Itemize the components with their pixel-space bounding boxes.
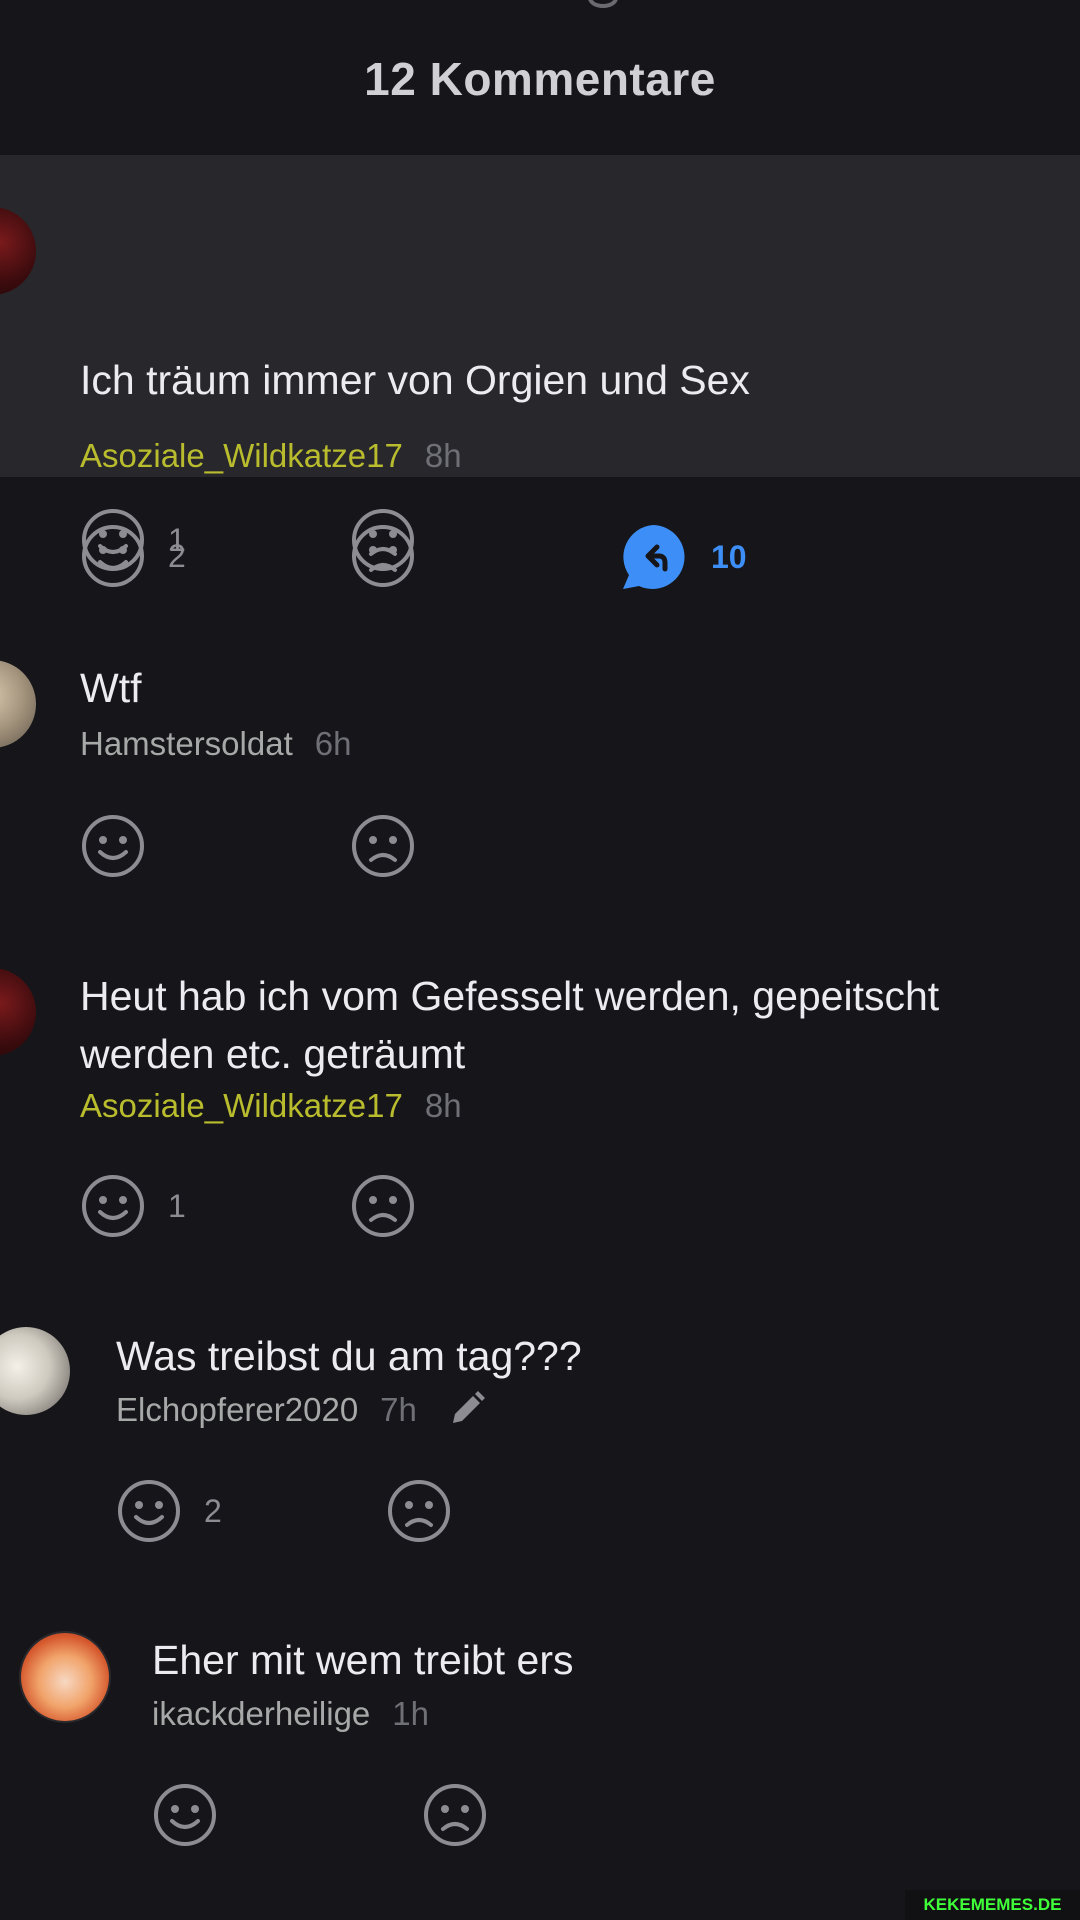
- smile-icon: [118, 1480, 180, 1542]
- like-button[interactable]: [80, 813, 146, 879]
- comment-meta: Asoziale_Wildkatze17 8h: [80, 1086, 462, 1126]
- dislike-button[interactable]: [350, 813, 416, 879]
- comment-meta: Asoziale_Wildkatze17 8h: [80, 436, 462, 476]
- comment-item[interactable]: Eher mit wem treibt ers ikackderheilige 1…: [0, 1615, 1080, 1915]
- comment-item[interactable]: Was treibst du am tag??? Elchopferer2020…: [0, 1310, 1080, 1610]
- comment-meta: ikackderheilige 1h: [152, 1694, 429, 1734]
- comment-item[interactable]: Heut hab ich vom Gefesselt werden, gepei…: [0, 950, 1080, 1250]
- reactions-bar: 1: [80, 1173, 780, 1243]
- smile-icon: [82, 1175, 144, 1237]
- like-button[interactable]: 1: [80, 1173, 186, 1239]
- reactions-bar: [80, 813, 780, 883]
- comment-text-line: werden etc. geträumt: [80, 1031, 466, 1077]
- timestamp: 7h: [380, 1391, 417, 1428]
- smile-icon: [82, 509, 144, 571]
- frown-icon: [424, 1784, 486, 1846]
- frown-icon: [352, 1175, 414, 1237]
- comments-count-title: 12 Kommentare: [364, 53, 716, 105]
- dislike-button[interactable]: [350, 507, 416, 573]
- comment-text: Eher mit wem treibt ers: [152, 1637, 574, 1683]
- avatar[interactable]: [0, 968, 36, 1056]
- reactions-bar: [152, 1782, 852, 1852]
- author-name[interactable]: Asoziale_Wildkatze17: [80, 1087, 403, 1124]
- like-count: 2: [204, 1492, 222, 1529]
- watermark: KEKEMEMES.DE: [905, 1890, 1080, 1920]
- comments-header: 12 Kommentare: [0, 0, 1080, 155]
- timestamp: 1h: [392, 1695, 430, 1732]
- avatar[interactable]: [0, 1327, 70, 1415]
- smile-icon: [82, 815, 144, 877]
- author-name[interactable]: ikackderheilige: [152, 1695, 370, 1732]
- comment-text: Heut hab ich vom Gefesselt werden, gepei…: [80, 967, 939, 1083]
- like-button[interactable]: [152, 1782, 218, 1848]
- dislike-button[interactable]: [386, 1478, 452, 1544]
- reactions-bar: 1: [80, 507, 780, 577]
- drag-handle-icon[interactable]: [588, 0, 618, 8]
- like-count: 1: [168, 521, 186, 558]
- edited-pencil-icon: [453, 1391, 486, 1424]
- author-name[interactable]: Elchopferer2020: [116, 1391, 358, 1428]
- frown-icon: [388, 1480, 450, 1542]
- timestamp: 8h: [424, 1087, 462, 1124]
- comment-item[interactable]: Wtf Hamstersoldat 6h: [0, 640, 1080, 940]
- dislike-button[interactable]: [422, 1782, 488, 1848]
- comment-text: Ich träum immer von Orgien und Sex: [80, 357, 750, 403]
- author-name[interactable]: Hamstersoldat: [80, 725, 293, 762]
- comment-text: Wtf: [80, 665, 142, 711]
- frown-icon: [352, 815, 414, 877]
- avatar[interactable]: [0, 207, 36, 295]
- like-button[interactable]: 1: [80, 507, 186, 573]
- dislike-button[interactable]: [350, 1173, 416, 1239]
- comment-item[interactable]: 1: [0, 477, 1080, 627]
- timestamp: 8h: [424, 437, 462, 474]
- timestamp: 6h: [314, 725, 352, 762]
- avatar[interactable]: [0, 660, 36, 748]
- comment-item[interactable]: Ich träum immer von Orgien und Sex Asozi…: [0, 155, 1080, 589]
- like-count: 1: [168, 1187, 186, 1224]
- author-name[interactable]: Asoziale_Wildkatze17: [80, 437, 403, 474]
- comment-meta: Hamstersoldat 6h: [80, 724, 351, 764]
- avatar[interactable]: [19, 1631, 111, 1723]
- smile-icon: [154, 1784, 216, 1846]
- comment-text-line: Heut hab ich vom Gefesselt werden, gepei…: [80, 973, 940, 1019]
- reactions-bar: 2: [116, 1478, 816, 1548]
- comment-text: Was treibst du am tag???: [116, 1333, 582, 1379]
- frown-icon: [352, 509, 414, 571]
- comment-meta: Elchopferer2020 7h: [116, 1390, 486, 1430]
- like-button[interactable]: 2: [116, 1478, 222, 1544]
